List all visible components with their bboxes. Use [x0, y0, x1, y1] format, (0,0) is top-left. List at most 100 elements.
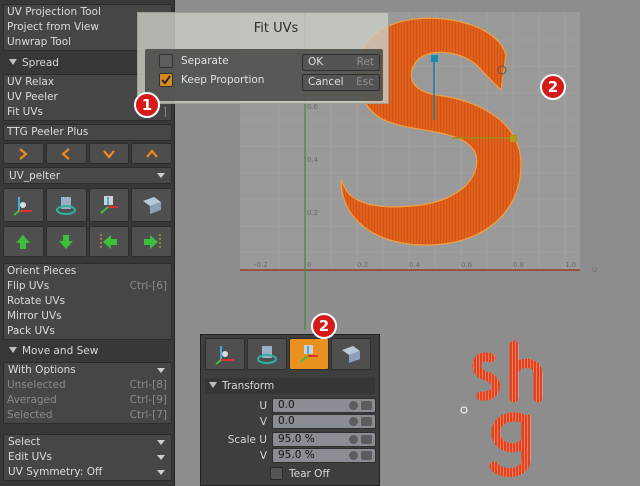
move-right-icon [143, 233, 161, 250]
reset-icon[interactable] [349, 417, 358, 426]
position-v-label: V [259, 416, 267, 428]
tear-off-row[interactable]: Tear Off [201, 466, 381, 482]
gizmo-v-cap [431, 55, 438, 62]
orient-pieces[interactable]: Orient Pieces [4, 264, 171, 279]
reset-icon[interactable] [349, 435, 358, 444]
transform-tab[interactable] [205, 338, 245, 370]
shear-tab[interactable] [331, 338, 371, 370]
uv-island-letters[interactable] [472, 340, 543, 477]
move-icon-row [3, 226, 172, 257]
gizmo-u-cap [510, 135, 517, 142]
collapse-triangle-icon [209, 382, 217, 388]
scale-tool-button[interactable] [88, 188, 130, 222]
separate-checkbox[interactable] [159, 54, 173, 68]
scale-tab-active[interactable] [289, 338, 329, 370]
shear-icon [342, 346, 360, 363]
bottom-dropdown-group: Select Edit UVs UV Symmetry: Off [3, 434, 172, 481]
y-tick-label: 0.4 [307, 156, 319, 164]
move-left-icon [100, 233, 117, 250]
position-u-row: U 0.0 [201, 398, 381, 414]
arrow-button-row [3, 143, 172, 164]
fit-uvs-dialog: Fit UVs Separate Keep Proportion OK Ret C… [137, 12, 389, 104]
scale-u-row: Scale U 95.0 % [201, 432, 381, 448]
y-tick-label: 0.6 [307, 103, 319, 111]
select-dropdown[interactable]: Select [4, 435, 171, 450]
orient-group: Orient Pieces Flip UVs Ctrl-[6] Rotate UV… [3, 263, 172, 340]
slider-arrows-icon[interactable] [361, 417, 372, 426]
x-tick-label: 0.2 [357, 261, 368, 269]
move-up-icon [16, 234, 31, 249]
slider-arrows-icon[interactable] [361, 451, 372, 460]
rotate-tool-button[interactable] [45, 188, 87, 222]
position-u-field[interactable]: 0.0 [272, 398, 376, 413]
move-up-button[interactable] [3, 226, 44, 257]
flip-uvs[interactable]: Flip UVs Ctrl-[6] [4, 279, 171, 294]
scale-icon [100, 196, 118, 214]
rotate-uvs[interactable]: Rotate UVs [4, 294, 171, 309]
scale-v-field[interactable]: 95.0 % [272, 448, 376, 463]
transform-tool-button[interactable] [3, 188, 44, 222]
transform-icon [215, 346, 234, 365]
dropdown-arrow-icon [157, 470, 165, 475]
keep-proportion-label: Keep Proportion [181, 74, 265, 86]
x-tick-label: 1.0 [565, 261, 576, 269]
scale-u-field[interactable]: 95.0 % [272, 432, 376, 447]
tool-icon-row [3, 188, 172, 222]
down-chevron-icon [103, 149, 115, 159]
tear-off-checkbox[interactable] [270, 467, 283, 480]
uv-symmetry-dropdown[interactable]: UV Symmetry: Off [4, 465, 171, 480]
move-left-button[interactable] [88, 226, 130, 257]
move-down-icon [59, 234, 74, 249]
rotate-tab[interactable] [247, 338, 287, 370]
slider-arrows-icon[interactable] [361, 435, 372, 444]
edit-uvs-dropdown[interactable]: Edit UVs [4, 450, 171, 465]
separate-option[interactable]: Separate [159, 53, 229, 69]
scale-icon [300, 345, 318, 363]
up-chevron-icon [145, 148, 158, 158]
cursor-icon [460, 406, 468, 414]
move-sew-group: With Options Unselected Ctrl-[8] Averaged… [3, 362, 172, 424]
callout-badge-1: 1 [134, 92, 160, 118]
up-chevron-button[interactable] [131, 143, 172, 164]
x-tick-label: 0.6 [461, 261, 473, 269]
dropdown-arrow-icon [157, 368, 165, 373]
ok-button[interactable]: OK Ret [302, 54, 380, 71]
averaged-option[interactable]: Averaged Ctrl-[9] [4, 393, 171, 408]
callout-badge-2-panel: 2 [311, 313, 337, 339]
scale-v-label: V [259, 450, 267, 462]
collapse-triangle-icon [9, 347, 17, 353]
ttg-peeler-plus[interactable]: TTG Peeler Plus [4, 125, 171, 140]
move-and-sew-header[interactable]: Move and Sew [3, 343, 172, 360]
modo-uv-workspace: -0.2 0 0.2 0.4 0.6 0.8 1.0 0.6 0.4 0.2 U [0, 0, 640, 486]
with-options-dropdown[interactable]: With Options [4, 363, 171, 378]
position-v-field[interactable]: 0.0 [272, 414, 376, 429]
pack-uvs[interactable]: Pack UVs [4, 324, 171, 339]
callout-badge-2-viewport: 2 [540, 74, 566, 100]
shear-tool-button[interactable] [131, 188, 172, 222]
right-chevron-button[interactable] [3, 143, 44, 164]
down-chevron-button[interactable] [88, 143, 130, 164]
left-chevron-icon [61, 147, 70, 160]
transform-panel: Transform U 0.0 V 0.0 Scale U 95.0 % V 9… [200, 334, 380, 486]
left-chevron-button[interactable] [45, 143, 87, 164]
rotate-icon [257, 346, 277, 364]
keep-proportion-checkbox[interactable] [159, 73, 173, 87]
dialog-body: Separate Keep Proportion OK Ret Cancel Esc [145, 49, 383, 101]
keep-proportion-option[interactable]: Keep Proportion [159, 72, 264, 88]
shear-icon [142, 197, 161, 214]
transform-section-header[interactable]: Transform [205, 378, 375, 394]
selected-option[interactable]: Selected Ctrl-[7] [4, 408, 171, 423]
reset-icon[interactable] [349, 451, 358, 460]
cancel-button[interactable]: Cancel Esc [302, 74, 380, 91]
uv-pelter-dropdown[interactable]: UV_pelter [3, 167, 172, 184]
rotate-icon [56, 197, 77, 215]
slider-arrows-icon[interactable] [361, 401, 372, 410]
mirror-uvs[interactable]: Mirror UVs [4, 309, 171, 324]
move-down-button[interactable] [45, 226, 87, 257]
unselected-option[interactable]: Unselected Ctrl-[8] [4, 378, 171, 393]
position-v-row: V 0.0 [201, 414, 381, 430]
dropdown-arrow-icon [157, 455, 165, 460]
reset-icon[interactable] [349, 401, 358, 410]
move-right-button[interactable] [131, 226, 172, 257]
scale-u-label: Scale U [227, 434, 267, 446]
